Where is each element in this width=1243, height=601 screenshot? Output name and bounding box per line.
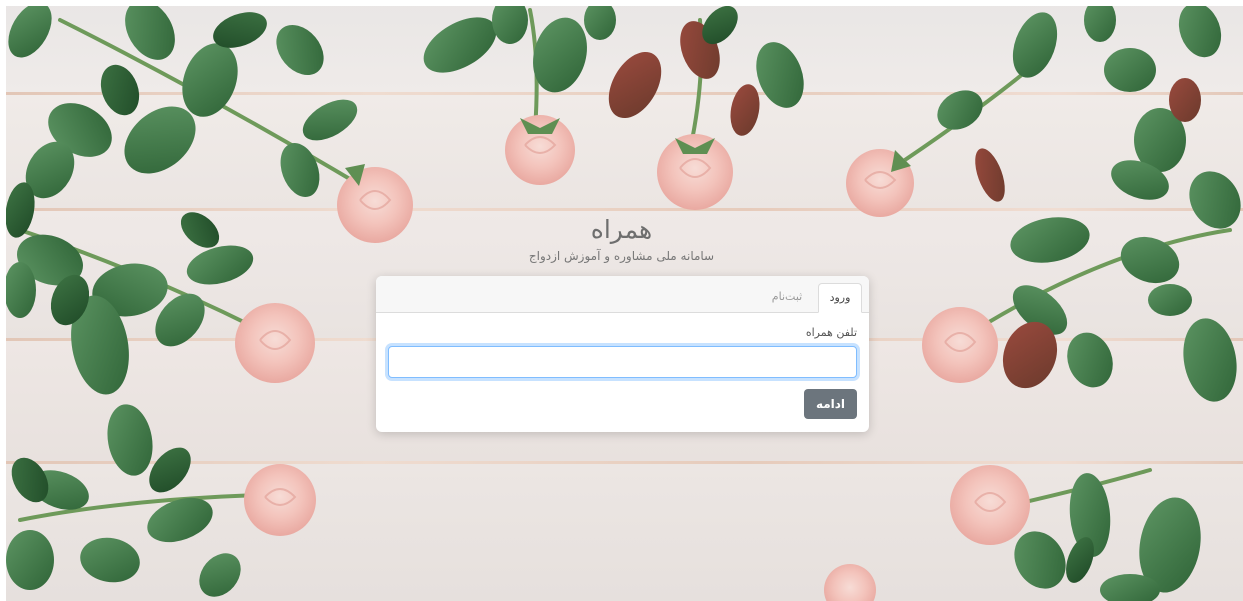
brand-logo-title: همراه (590, 215, 653, 244)
brand-subtitle: سامانه ملی مشاوره و آموزش ازدواج (528, 249, 715, 263)
tab-login[interactable]: ورود (818, 283, 862, 313)
brand-header: همراه سامانه ملی مشاوره و آموزش ازدواج (0, 214, 1243, 264)
page-top-border (0, 0, 1243, 6)
phone-label: تلفن همراه (805, 326, 857, 339)
phone-input[interactable] (388, 346, 857, 378)
continue-button[interactable]: ادامه (804, 389, 857, 419)
tab-register[interactable]: ثبت‌نام (762, 283, 812, 312)
login-card: ورود ثبت‌نام تلفن همراه ادامه (376, 276, 869, 432)
tabs-header: ورود ثبت‌نام (376, 276, 869, 313)
page-left-border (0, 0, 6, 601)
